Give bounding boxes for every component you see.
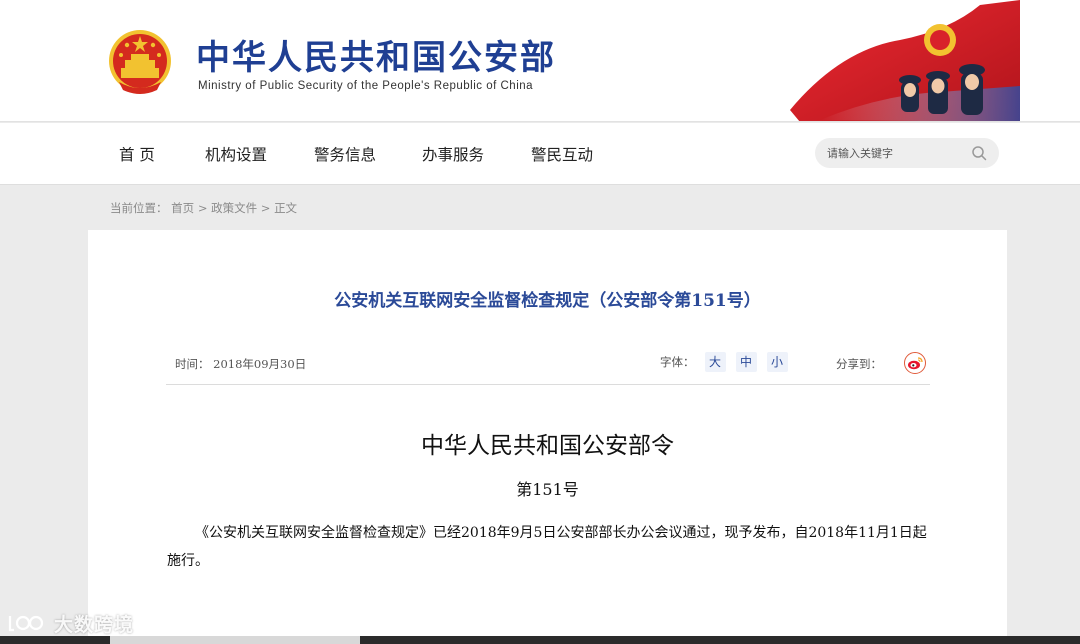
search-box	[815, 138, 999, 168]
weibo-icon[interactable]	[904, 352, 926, 374]
nav-item-home[interactable]: 首 页	[119, 143, 155, 165]
police-flag-banner	[790, 0, 1020, 121]
search-icon[interactable]	[971, 145, 987, 161]
site-header: 中华人民共和国公安部 Ministry of Public Security o…	[0, 0, 1080, 122]
font-size-control: 字体： 大 中 小	[660, 352, 788, 372]
watermark-logo-icon	[8, 615, 44, 632]
document-heading: 中华人民共和国公安部令	[421, 433, 674, 459]
nav-item-services[interactable]: 办事服务	[422, 143, 484, 165]
watermark-text: 大数跨境	[54, 613, 135, 636]
watermark: 大数跨境	[8, 610, 134, 636]
bottom-bar-segment	[110, 636, 360, 644]
site-title: 中华人民共和国公安部	[196, 38, 556, 78]
search-input[interactable]	[827, 138, 967, 168]
breadcrumb-separator: >	[260, 201, 271, 215]
bottom-bar	[0, 636, 1080, 644]
nav-item-police-info[interactable]: 警务信息	[314, 143, 376, 165]
breadcrumb-home[interactable]: 首页	[171, 201, 194, 215]
article-title: 公安机关互联网安全监督检查规定（公安部令第151号）	[334, 291, 761, 311]
font-small-button[interactable]: 小	[766, 352, 788, 372]
site-subtitle: Ministry of Public Security of the Peopl…	[198, 80, 534, 92]
main-nav: 首 页 机构设置 警务信息 办事服务 警民互动	[0, 123, 1080, 185]
document-number: 第151号	[516, 480, 579, 499]
article-card: 公安机关互联网安全监督检查规定（公安部令第151号） 时间： 2018年09月3…	[88, 230, 1007, 644]
document-body: 《公安机关互联网安全监督检查规定》已经2018年9月5日公安部部长办公会议通过，…	[167, 525, 927, 569]
publish-date: 时间： 2018年09月30日	[175, 356, 306, 372]
font-medium-button[interactable]: 中	[735, 352, 757, 372]
national-emblem-icon[interactable]	[107, 28, 173, 96]
breadcrumb-separator: >	[197, 201, 208, 215]
nav-item-interaction[interactable]: 警民互动	[531, 143, 593, 165]
breadcrumb: 当前位置： 首页 > 政策文件 > 正文	[110, 200, 297, 216]
share-label: 分享到：	[836, 357, 882, 371]
breadcrumb-current: 正文	[274, 201, 298, 215]
date-label: 时间：	[175, 357, 210, 371]
divider	[166, 384, 930, 385]
nav-item-organization[interactable]: 机构设置	[205, 143, 267, 165]
breadcrumb-prefix: 当前位置：	[110, 201, 168, 215]
font-large-button[interactable]: 大	[704, 352, 726, 372]
breadcrumb-policy-docs[interactable]: 政策文件	[211, 201, 257, 215]
font-size-label: 字体：	[660, 355, 695, 369]
date-value: 2018年09月30日	[213, 357, 307, 371]
